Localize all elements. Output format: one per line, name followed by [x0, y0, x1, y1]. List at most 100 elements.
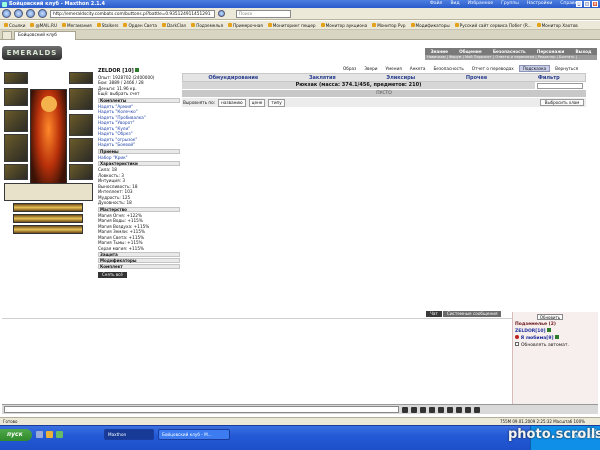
- weapon-slot[interactable]: [4, 110, 28, 132]
- bookmark-item[interactable]: Примерочная: [228, 23, 263, 28]
- task-item[interactable]: Maxthon: [104, 429, 154, 440]
- close-icon[interactable]: ×: [592, 1, 598, 7]
- quicklaunch-icon[interactable]: [46, 431, 53, 438]
- offhand-slot[interactable]: [69, 114, 93, 136]
- bookmark-item[interactable]: Монитор Pvp: [372, 23, 406, 28]
- tab-chat[interactable]: Чат: [426, 311, 442, 317]
- start-button[interactable]: пуск: [0, 429, 32, 441]
- set-item[interactable]: Надеть "Боевой": [98, 142, 180, 148]
- top-menu-item[interactable]: Знание: [431, 49, 448, 54]
- address-bar[interactable]: http://emeraldscity.combats.com/buttons.…: [50, 9, 215, 18]
- top-menu-item[interactable]: Персонажи: [537, 49, 565, 54]
- player-item[interactable]: Я любима[9]: [515, 335, 596, 342]
- fight-icon[interactable]: [447, 406, 453, 413]
- filter-icon[interactable]: [429, 406, 435, 413]
- shield-slot[interactable]: [69, 88, 93, 110]
- bookmark-item[interactable]: DarkClan: [161, 23, 186, 28]
- auto-refresh-toggle[interactable]: Обновлять автомат.: [515, 342, 596, 349]
- remove-all-button[interactable]: Снять всё: [98, 272, 127, 278]
- subnav-item[interactable]: Анкета: [407, 66, 429, 71]
- sort-by-price-button[interactable]: цене: [248, 98, 266, 107]
- subnav-item[interactable]: Отчет о переводах: [469, 66, 517, 71]
- top-menu-item[interactable]: Выход: [575, 49, 591, 54]
- exit-icon[interactable]: [474, 406, 480, 413]
- section-mastery[interactable]: Мастерство: [98, 206, 180, 212]
- section-kit[interactable]: Комплект: [98, 264, 180, 269]
- tab-elixirs[interactable]: Эликсиры: [386, 75, 415, 81]
- map-icon[interactable]: [465, 406, 471, 413]
- minimize-icon[interactable]: _: [576, 1, 582, 7]
- bookmark-item[interactable]: Мониторинг пещер: [267, 23, 316, 28]
- info-icon[interactable]: [134, 68, 139, 72]
- belt-slot[interactable]: [4, 164, 28, 180]
- subnav-item[interactable]: Безопасность: [430, 66, 466, 71]
- top-menu-item[interactable]: Общение: [459, 49, 482, 54]
- bookmark-item[interactable]: Ссылки: [4, 23, 25, 28]
- info-icon[interactable]: [555, 335, 560, 339]
- bookmark-item[interactable]: Монитор Хаотов: [536, 23, 578, 28]
- tab-equipment[interactable]: Обмундирование: [208, 75, 258, 81]
- section-modifiers[interactable]: Модификаторы: [98, 258, 180, 263]
- back-icon[interactable]: [2, 9, 11, 18]
- checkbox-icon[interactable]: [515, 342, 519, 346]
- amulet-belt[interactable]: [13, 203, 83, 212]
- trade-icon[interactable]: [456, 406, 462, 413]
- send-icon[interactable]: [402, 406, 408, 413]
- bookmark-item[interactable]: Мегамания: [62, 23, 92, 28]
- tab-system-messages[interactable]: Системные сообщения: [442, 311, 502, 317]
- sort-by-name-button[interactable]: названию: [218, 98, 246, 107]
- menu-groups[interactable]: Группы: [501, 1, 519, 6]
- section-stats[interactable]: Характеристики: [98, 161, 180, 166]
- home-icon[interactable]: [38, 9, 47, 18]
- new-tab-icon[interactable]: [2, 31, 12, 40]
- forward-icon[interactable]: [14, 9, 23, 18]
- game-sub-menu[interactable]: Новичкам | Форум | Мой Паролист | Ответы…: [425, 55, 597, 60]
- pants-slot[interactable]: [69, 138, 93, 162]
- tab-fight-club[interactable]: Бойцовский клуб: [14, 31, 76, 40]
- refresh-icon[interactable]: [26, 9, 35, 18]
- sound-icon[interactable]: [438, 406, 444, 413]
- tab-spells[interactable]: Заклятия: [309, 75, 336, 81]
- armor-slot[interactable]: [4, 134, 28, 162]
- tab-filter[interactable]: Фильтр: [538, 75, 560, 81]
- subnav-item[interactable]: Образ: [340, 66, 359, 71]
- bookmark-item[interactable]: Модификаторы: [410, 23, 450, 28]
- subnav-item-active[interactable]: Подсказка: [518, 65, 551, 72]
- clear-icon[interactable]: [411, 406, 417, 413]
- bookmark-item[interactable]: @MAIL.RU: [30, 23, 57, 28]
- bookmark-item[interactable]: Орден Света: [123, 23, 157, 28]
- helmet-slot[interactable]: [4, 72, 28, 84]
- bookmark-item[interactable]: Подземелья: [191, 23, 223, 28]
- menu-settings[interactable]: Настройки: [527, 1, 552, 6]
- filter-input[interactable]: [537, 83, 583, 89]
- tab-other[interactable]: Прочее: [466, 75, 487, 81]
- sort-by-type-button[interactable]: типу: [268, 98, 285, 107]
- info-icon[interactable]: [547, 328, 552, 332]
- menu-favorites[interactable]: Избранное: [468, 1, 494, 6]
- earring-slot[interactable]: [4, 88, 28, 106]
- bookmark-item[interactable]: Stalkers: [96, 23, 118, 28]
- search-input[interactable]: Поиск: [236, 9, 291, 18]
- quicklaunch-icon[interactable]: [36, 431, 43, 438]
- throw-junk-button[interactable]: Выбросить хлам: [540, 99, 584, 106]
- chat-log[interactable]: [2, 318, 512, 402]
- top-menu-item[interactable]: Безопасность: [493, 49, 526, 54]
- smile-icon[interactable]: [420, 406, 426, 413]
- section-defense[interactable]: Защита: [98, 252, 180, 257]
- section-sets[interactable]: Комплекты: [98, 97, 180, 103]
- subnav-item[interactable]: Звери: [361, 66, 380, 71]
- stat-line[interactable]: Ещё: выбрать счет: [98, 91, 180, 97]
- menu-view[interactable]: Вид: [450, 1, 459, 6]
- maximize-icon[interactable]: □: [584, 1, 590, 7]
- subnav-item[interactable]: Умения: [382, 66, 404, 71]
- task-item-active[interactable]: Бойцовский клуб - M...: [158, 429, 230, 440]
- scroll-slots[interactable]: [4, 183, 93, 201]
- bookmark-item[interactable]: Русский сайт сервиса Побег (R...: [454, 23, 532, 28]
- quicklaunch-icon[interactable]: [56, 431, 63, 438]
- section-priem[interactable]: Приемы: [98, 148, 180, 154]
- go-icon[interactable]: [218, 10, 225, 17]
- bookmark-item[interactable]: Монитор аукциона: [320, 23, 367, 28]
- subnav-item[interactable]: Вернуться: [552, 66, 581, 71]
- chat-input[interactable]: [4, 406, 399, 413]
- refresh-button[interactable]: Обновить: [537, 314, 563, 320]
